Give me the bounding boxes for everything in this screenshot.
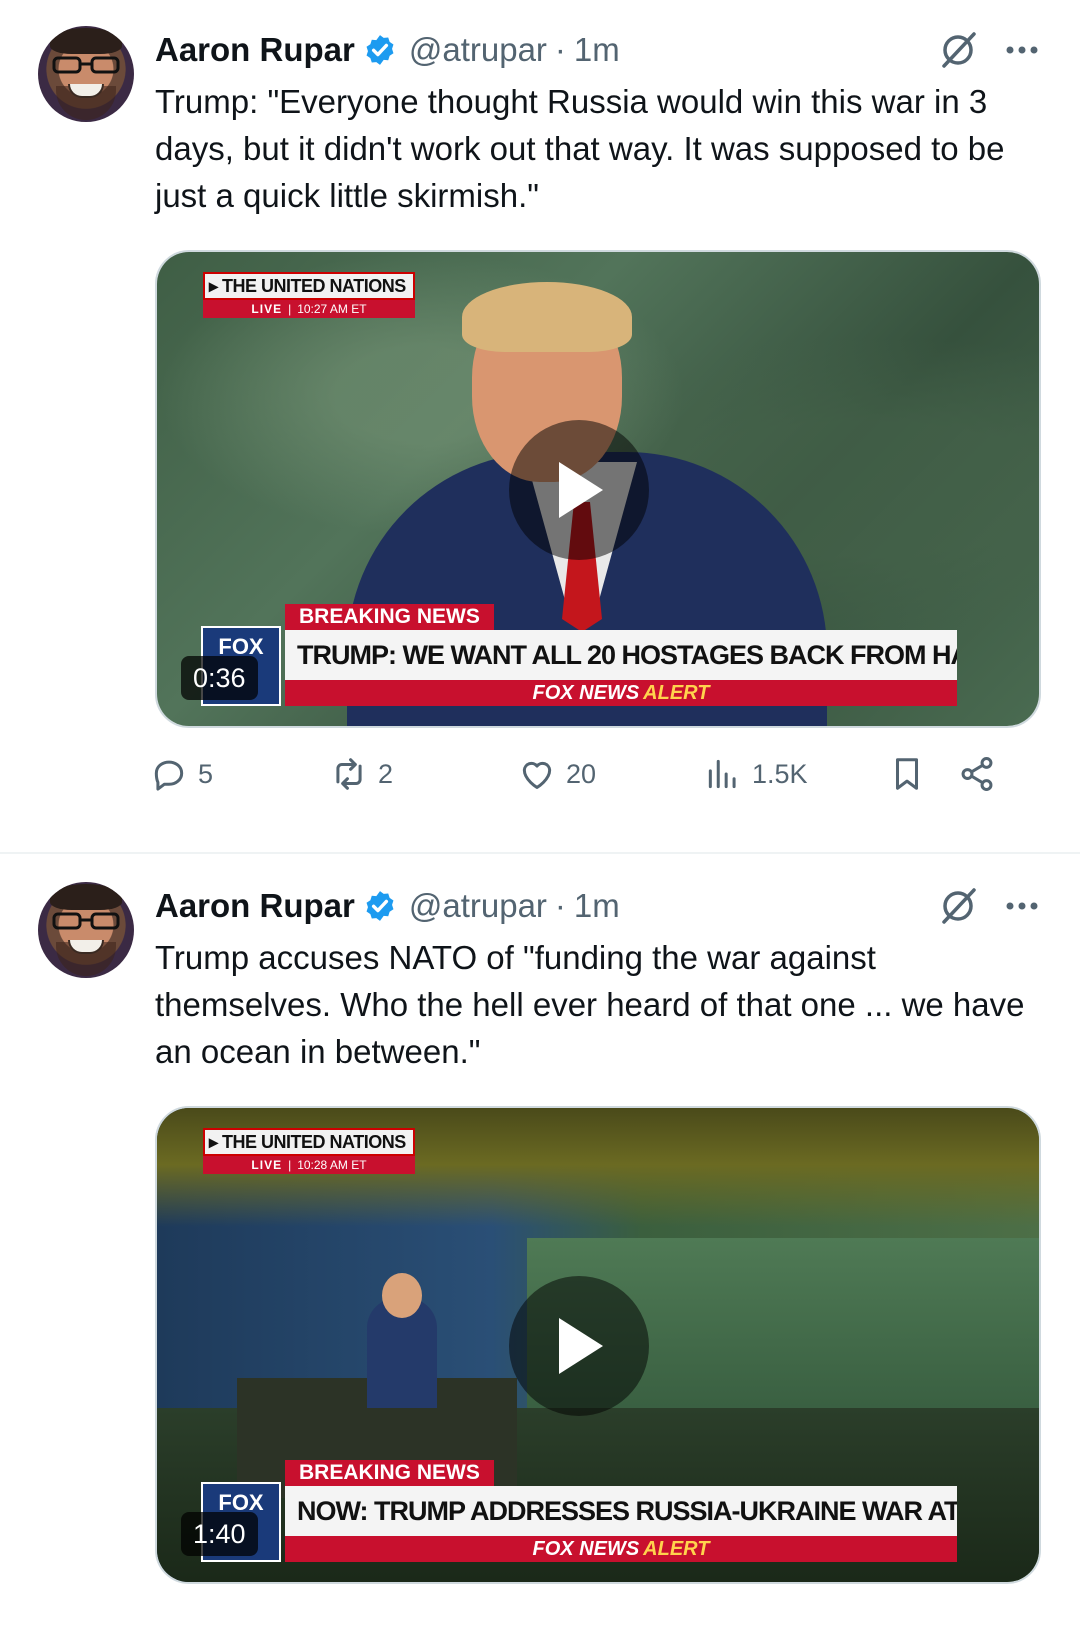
- breaking-news-label: BREAKING NEWS: [285, 604, 494, 630]
- location-chyron: ▸ THE UNITED NATIONS LIVE | 10:28 AM ET: [203, 1128, 415, 1174]
- grok-icon[interactable]: [938, 886, 978, 926]
- live-label: LIVE: [251, 1158, 283, 1172]
- views-icon: [708, 759, 736, 789]
- news-headline: NOW: TRUMP ADDRESSES RUSSIA-UKRAINE WAR …: [285, 1486, 957, 1536]
- alert-word: ALERT: [643, 1537, 710, 1560]
- reply-count: 5: [198, 758, 214, 789]
- fox-news-alert-bar: FOX NEWS ALERT: [285, 680, 957, 706]
- avatar-glasses: [52, 56, 120, 74]
- tweet-divider: [0, 852, 1080, 854]
- like-icon: [522, 761, 552, 789]
- tweet-text: Trump accuses NATO of "funding the war a…: [155, 939, 1025, 1070]
- alert-word: ALERT: [643, 681, 710, 704]
- breaking-news-label: BREAKING NEWS: [285, 1460, 494, 1486]
- repost-button[interactable]: 2: [330, 752, 393, 796]
- play-button[interactable]: [509, 420, 649, 560]
- timestamp[interactable]: 1m: [574, 31, 620, 69]
- share-button[interactable]: [958, 752, 996, 796]
- tweet-text: Trump: "Everyone thought Russia would wi…: [155, 83, 1005, 214]
- more-icon[interactable]: [1002, 36, 1042, 64]
- news-headline: TRUMP: WE WANT ALL 20 HOSTAGES BACK FROM…: [285, 630, 957, 680]
- location-text: THE UNITED NATIONS: [222, 1131, 406, 1152]
- avatar-hair: [50, 28, 122, 54]
- video-player[interactable]: ▸ THE UNITED NATIONS LIVE | 10:27 AM ET FO…: [155, 250, 1041, 728]
- views-button[interactable]: 1.5K: [704, 752, 808, 796]
- location-text: THE UNITED NATIONS: [222, 275, 406, 296]
- video-duration: 1:40: [181, 1512, 258, 1556]
- play-icon: [559, 1318, 603, 1374]
- author-name[interactable]: Aaron Rupar: [155, 31, 355, 69]
- fox-news-alert-bar: FOX NEWS ALERT: [285, 1536, 957, 1562]
- live-time: 10:27 AM ET: [297, 302, 367, 316]
- alert-brand: FOX NEWS: [532, 1537, 640, 1560]
- alert-brand: FOX NEWS: [532, 681, 640, 704]
- like-button[interactable]: 20: [518, 752, 596, 796]
- author-handle[interactable]: @atrupar: [409, 887, 547, 925]
- avatar-glasses: [52, 912, 120, 930]
- like-count: 20: [566, 758, 597, 789]
- play-icon: [559, 462, 603, 518]
- speaker-hair: [462, 282, 632, 352]
- video-player[interactable]: ▸ THE UNITED NATIONS LIVE | 10:28 AM ET FO…: [155, 1106, 1041, 1584]
- repost-icon: [336, 758, 362, 790]
- bookmark-button[interactable]: [888, 752, 926, 796]
- location-chyron: ▸ THE UNITED NATIONS LIVE | 10:27 AM ET: [203, 272, 415, 318]
- live-label: LIVE: [251, 302, 283, 316]
- author-handle[interactable]: @atrupar: [409, 31, 547, 69]
- tweet[interactable]: Aaron Rupar @atrupar · 1m Trump: "Everyo…: [0, 0, 1080, 852]
- more-icon[interactable]: [1002, 892, 1042, 920]
- reply-button[interactable]: 5: [150, 752, 213, 796]
- play-button[interactable]: [509, 1276, 649, 1416]
- author-name[interactable]: Aaron Rupar: [155, 887, 355, 925]
- separator-dot: ·: [554, 31, 566, 68]
- tweet[interactable]: Aaron Rupar @atrupar · 1m Trump accuses …: [0, 856, 1080, 1634]
- avatar[interactable]: [38, 882, 134, 978]
- views-count: 1.5K: [752, 758, 808, 789]
- repost-count: 2: [378, 758, 394, 789]
- avatar[interactable]: [38, 26, 134, 122]
- video-duration: 0:36: [181, 656, 258, 700]
- avatar-hair: [50, 884, 122, 910]
- speaker-head: [382, 1273, 422, 1318]
- verified-badge-icon: [366, 891, 394, 921]
- tweet-header: Aaron Rupar @atrupar · 1m: [155, 884, 620, 928]
- grok-icon[interactable]: [938, 30, 978, 70]
- bookmark-icon: [895, 758, 919, 790]
- separator-dot: ·: [554, 887, 566, 924]
- reply-icon: [154, 760, 184, 791]
- timestamp[interactable]: 1m: [574, 887, 620, 925]
- live-time: 10:28 AM ET: [297, 1158, 367, 1172]
- action-bar: 5 2 20 1.5K: [150, 752, 1050, 796]
- verified-badge-icon: [366, 35, 394, 65]
- share-icon: [961, 756, 993, 792]
- tweet-header: Aaron Rupar @atrupar · 1m: [155, 28, 620, 72]
